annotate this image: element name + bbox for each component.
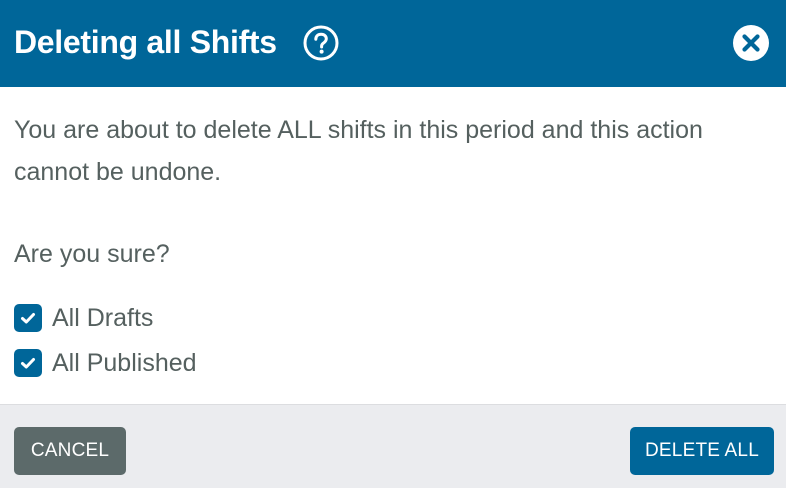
all-published-label: All Published — [52, 349, 197, 377]
warning-message: You are about to delete ALL shifts in th… — [14, 116, 703, 186]
all-drafts-checkbox[interactable] — [14, 304, 42, 332]
all-published-option[interactable]: All Published — [14, 348, 197, 378]
dialog-header: Deleting all Shifts — [0, 0, 786, 87]
help-icon[interactable] — [303, 25, 339, 61]
checkmark-icon — [21, 358, 35, 369]
delete-shifts-dialog: Deleting all Shifts You are about to del… — [0, 0, 786, 488]
checkmark-icon — [21, 313, 35, 324]
cancel-button[interactable]: CANCEL — [14, 427, 126, 475]
confirmation-question: Are you sure? — [14, 240, 170, 268]
delete-all-button[interactable]: DELETE ALL — [630, 427, 774, 475]
close-icon[interactable] — [732, 24, 770, 62]
all-published-checkbox[interactable] — [14, 349, 42, 377]
all-drafts-option[interactable]: All Drafts — [14, 303, 153, 333]
dialog-body: You are about to delete ALL shifts in th… — [0, 87, 786, 404]
all-drafts-label: All Drafts — [52, 304, 154, 332]
dialog-title: Deleting all Shifts — [14, 24, 277, 60]
dialog-footer: CANCEL DELETE ALL — [0, 404, 786, 488]
